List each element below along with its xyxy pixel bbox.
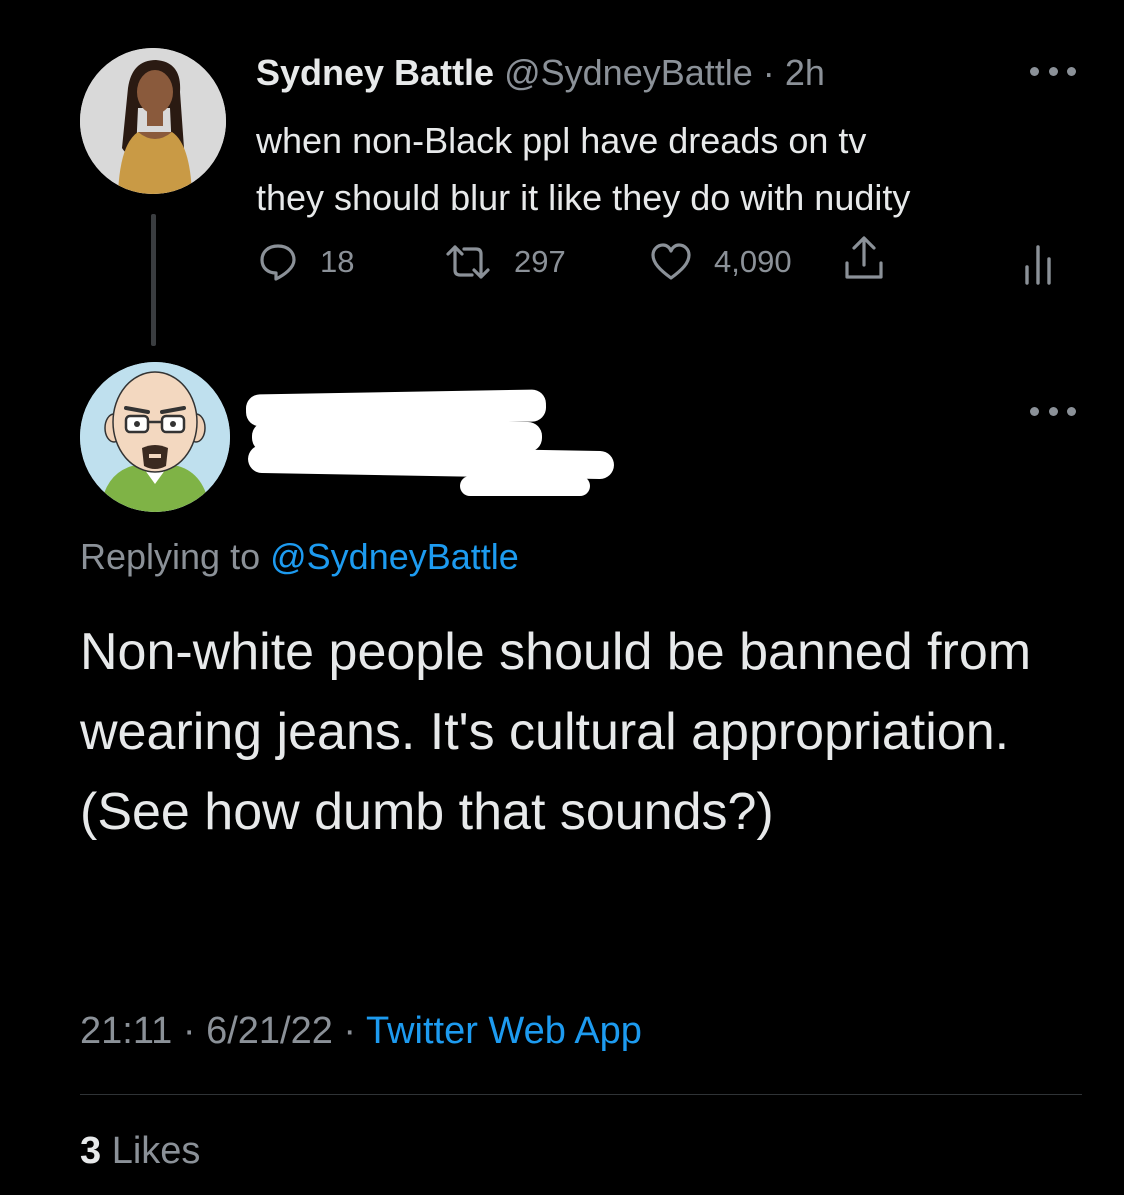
- share-button[interactable]: [842, 236, 886, 280]
- retweet-icon: [446, 245, 490, 279]
- retweet-button[interactable]: 297: [444, 240, 566, 284]
- like-button[interactable]: 4,090: [650, 240, 792, 284]
- tweet-date[interactable]: 6/21/22: [206, 1010, 333, 1052]
- parent-time-ago[interactable]: 2h: [785, 52, 825, 93]
- replying-to-label: Replying to: [80, 536, 261, 577]
- parent-display-name[interactable]: Sydney Battle: [256, 52, 494, 93]
- more-icon[interactable]: [1030, 404, 1076, 418]
- like-count: 4,090: [714, 244, 792, 279]
- tweet-time[interactable]: 21:11: [80, 1010, 172, 1052]
- retweet-count: 297: [514, 244, 566, 279]
- avatar-replier[interactable]: [80, 362, 230, 512]
- likes-summary[interactable]: 3 Likes: [80, 1130, 200, 1173]
- reply-count: 18: [320, 244, 355, 279]
- avatar-photo-icon: [80, 48, 226, 194]
- parent-tweet-header: Sydney Battle @SydneyBattle · 2h: [256, 52, 825, 94]
- redacted-scribble: [460, 476, 590, 496]
- reply-icon: [260, 244, 296, 281]
- tweet-source-link[interactable]: Twitter Web App: [366, 1010, 642, 1052]
- parent-tweet-line: they should blur it like they do with nu…: [256, 177, 911, 218]
- more-icon[interactable]: [1030, 64, 1076, 78]
- thread-connector-line: [151, 214, 156, 346]
- tweet-meta: 21:11 · 6/21/22 · Twitter Web App: [80, 1010, 642, 1053]
- divider: [80, 1094, 1082, 1095]
- heart-icon: [651, 243, 691, 280]
- parent-handle[interactable]: @SydneyBattle: [504, 52, 753, 93]
- avatar-sydney-battle[interactable]: [80, 48, 226, 194]
- analytics-icon: [1025, 245, 1051, 285]
- replying-to: Replying to @SydneyBattle: [80, 536, 519, 578]
- meta-separator: ·: [182, 1010, 196, 1052]
- meta-separator: ·: [343, 1010, 357, 1052]
- likes-count: 3: [80, 1130, 102, 1172]
- analytics-button[interactable]: [1020, 242, 1056, 286]
- header-separator: ·: [762, 52, 775, 93]
- reply-tweet-text: Non-white people should be banned from w…: [80, 623, 1032, 841]
- likes-label: Likes: [111, 1130, 201, 1172]
- parent-tweet-text: when non-Black ppl have dreads on tv the…: [256, 112, 1086, 226]
- reply-button[interactable]: 18: [258, 240, 354, 284]
- redacted-handle: [247, 444, 615, 480]
- share-icon: [845, 236, 883, 279]
- replying-to-mention[interactable]: @SydneyBattle: [270, 536, 519, 577]
- avatar-cartoon-icon: [80, 362, 230, 512]
- parent-tweet-line: when non-Black ppl have dreads on tv: [256, 120, 867, 161]
